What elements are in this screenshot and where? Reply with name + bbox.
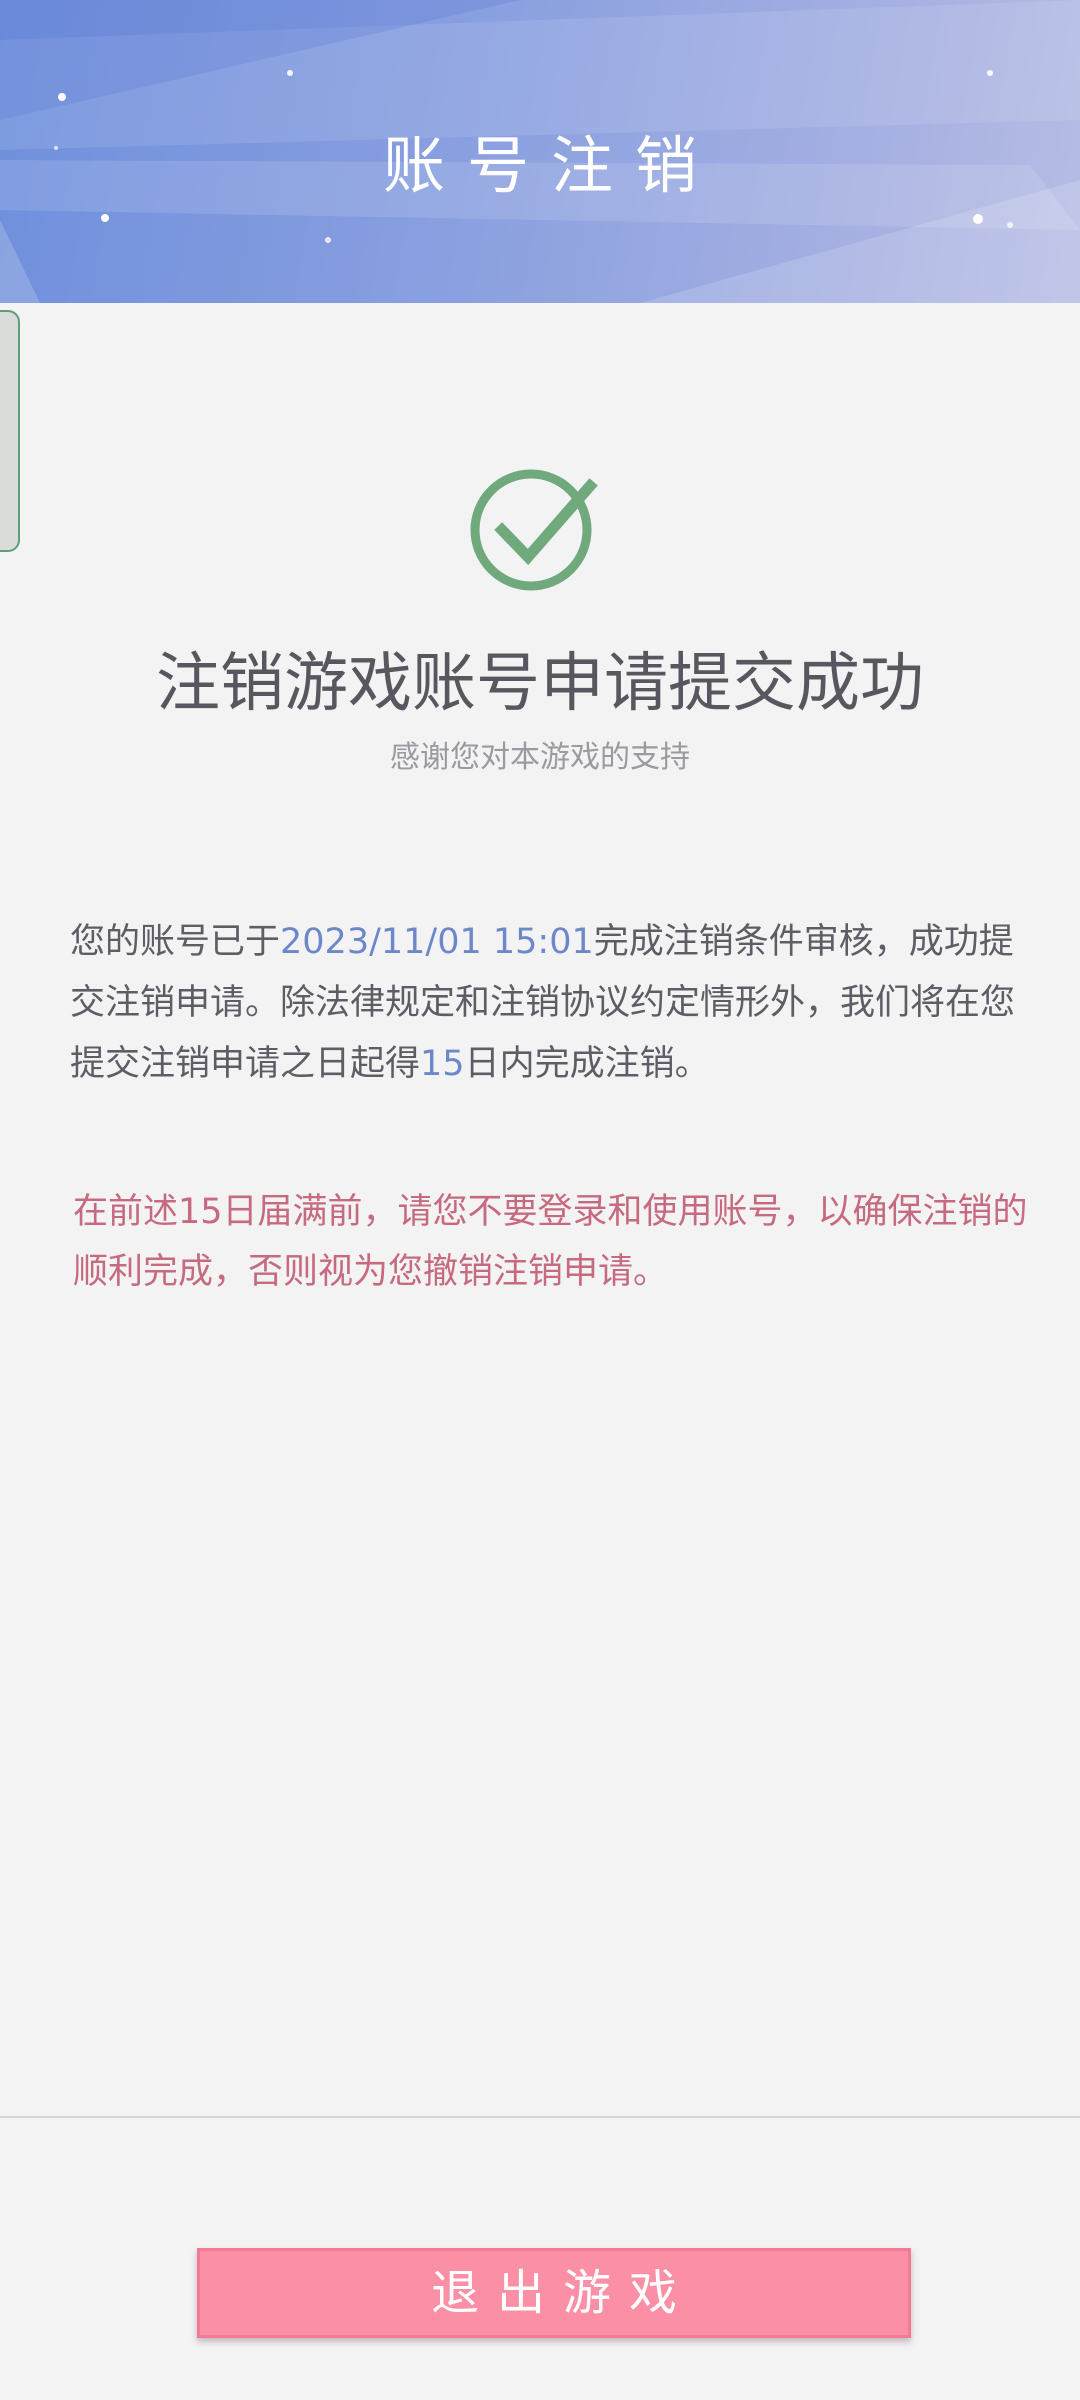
warning-paragraph: 在前述15日届满前，请您不要登录和使用账号，以确保注销的顺利完成，否则视为您撤销… xyxy=(73,1192,1028,1292)
result-title: 注销游戏账号申请提交成功 xyxy=(156,647,924,721)
page-title: 账号注销 xyxy=(382,129,719,202)
exit-game-button[interactable]: 退出游戏 xyxy=(197,2248,911,2338)
notice-text: 您的账号已于 xyxy=(70,922,281,962)
cancellation-days: 15 xyxy=(420,1044,465,1084)
cancellation-datetime: 2023/11/01 15:01 xyxy=(280,922,594,962)
side-drawer-handle[interactable] xyxy=(0,310,20,552)
result-subtitle: 感谢您对本游戏的支持 xyxy=(390,740,690,775)
header-banner: 账号注销 xyxy=(0,0,1080,303)
check-circle-icon xyxy=(470,469,598,591)
footer-divider xyxy=(0,2116,1080,2118)
notice-text: 日内完成注销。 xyxy=(464,1044,710,1084)
notice-paragraph: 您的账号已于2023/11/01 15:01完成注销条件审核，成功提交注销申请。… xyxy=(70,912,1030,1095)
